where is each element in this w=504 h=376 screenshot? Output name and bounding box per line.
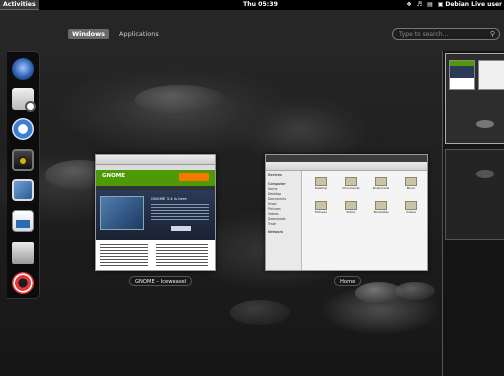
evolution-mail-icon[interactable]: [12, 88, 36, 112]
folder-item[interactable]: Downloads: [366, 177, 396, 193]
folder-label: Public: [346, 210, 356, 214]
window-label-files[interactable]: Home: [334, 276, 362, 286]
folder-item[interactable]: Documents: [336, 177, 366, 193]
clock[interactable]: Thu 05:39: [243, 0, 278, 10]
folder-item[interactable]: Music: [396, 177, 426, 193]
gnome-logo: GNOME: [102, 173, 126, 179]
folder-item[interactable]: Desktop: [306, 177, 336, 193]
files-icon[interactable]: [12, 242, 34, 264]
workspace-window-files[interactable]: [478, 60, 504, 90]
activities-button[interactable]: Activities: [0, 0, 39, 10]
files-toolbar: [266, 162, 427, 171]
sidebar-item[interactable]: Trash: [268, 222, 299, 227]
folder-label: Downloads: [372, 186, 390, 190]
folder-icon: [345, 177, 357, 186]
rhythmbox-music-icon[interactable]: [12, 149, 34, 171]
view-selector: Windows Applications: [68, 29, 163, 39]
folder-icon: [375, 201, 387, 210]
user-menu[interactable]: ▣ Debian Live user: [438, 0, 502, 10]
browser-toolbar: [96, 155, 215, 165]
help-icon[interactable]: [12, 272, 34, 294]
search-icon: ⚲: [489, 30, 495, 38]
background-stone: [135, 85, 225, 115]
tab-applications[interactable]: Applications: [115, 29, 163, 39]
sidebar-heading-network: Network: [268, 230, 284, 234]
user-icon: ▣: [437, 1, 444, 8]
folder-item[interactable]: Videos: [396, 201, 426, 217]
files-sidebar: Devices Computer Home Desktop Documents …: [266, 171, 302, 270]
news-col-left: [100, 244, 148, 266]
files-titlebar: [266, 155, 427, 162]
window-thumbnail-files[interactable]: Devices Computer Home Desktop Documents …: [265, 154, 428, 271]
workspace-stone: [476, 120, 494, 128]
network-icon[interactable]: ❖: [406, 0, 411, 10]
folder-item[interactable]: Templates: [366, 201, 396, 217]
workspace-2[interactable]: [445, 149, 504, 240]
window-label-browser[interactable]: GNOME – Iceweasel: [129, 276, 193, 286]
hero-screenshot: [100, 196, 144, 230]
folder-label: Pictures: [315, 210, 327, 214]
news-col-right: [156, 244, 208, 266]
empathy-chat-icon[interactable]: [12, 118, 34, 140]
clock-badge: [25, 101, 36, 112]
folder-icon: [405, 201, 417, 210]
folder-grid: Desktop Documents Downloads Music Pictur…: [306, 177, 426, 217]
folder-label: Desktop: [314, 186, 328, 190]
shotwell-photos-icon[interactable]: [12, 179, 34, 201]
workspace-switcher: [442, 51, 504, 376]
mini-hero: [450, 66, 474, 78]
hero-text-lines: [151, 204, 209, 220]
hero: GNOME 3.4 is here: [96, 190, 215, 240]
folder-label: Templates: [373, 210, 389, 214]
web-browser-icon[interactable]: [12, 58, 34, 80]
background-stone: [230, 300, 290, 325]
folder-icon: [315, 201, 327, 210]
folder-label: Videos: [406, 210, 416, 214]
folder-icon: [315, 177, 327, 186]
search-input[interactable]: [399, 30, 487, 39]
gnome-header: GNOME: [96, 170, 215, 186]
folder-label: Documents: [342, 186, 360, 190]
folder-item[interactable]: Pictures: [306, 201, 336, 217]
volume-icon[interactable]: ♬: [417, 0, 422, 10]
user-name: Debian Live user: [445, 1, 502, 8]
tab-windows[interactable]: Windows: [68, 29, 110, 39]
window-thumbnail-browser[interactable]: GNOME GNOME 3.4 is here: [95, 154, 216, 271]
folder-item[interactable]: Public: [336, 201, 366, 217]
libreoffice-writer-icon[interactable]: [12, 210, 34, 232]
search-box[interactable]: ⚲: [392, 28, 500, 40]
news-section: [96, 240, 215, 270]
hero-headline: GNOME 3.4 is here: [151, 196, 187, 201]
speaker-cone: [18, 156, 28, 166]
donate-badge: [179, 173, 209, 181]
workspace-1[interactable]: [445, 53, 504, 144]
top-bar: Activities Thu 05:39 ❖ ♬ ▤ ▣ Debian Live…: [0, 0, 504, 10]
hero-button: [171, 226, 191, 231]
workspace-stone: [476, 170, 494, 178]
workspace-window-browser[interactable]: [449, 60, 475, 90]
folder-icon: [345, 201, 357, 210]
folder-label: Music: [406, 186, 416, 190]
status-area: ❖ ♬ ▤ ▣ Debian Live user: [406, 0, 504, 10]
sidebar-heading-devices: Devices: [268, 173, 282, 177]
folder-icon: [405, 177, 417, 186]
writer-mark: [16, 220, 30, 228]
folder-icon: [375, 177, 387, 186]
background-stone: [395, 282, 435, 300]
battery-icon[interactable]: ▤: [427, 0, 433, 10]
dash: [7, 51, 40, 299]
